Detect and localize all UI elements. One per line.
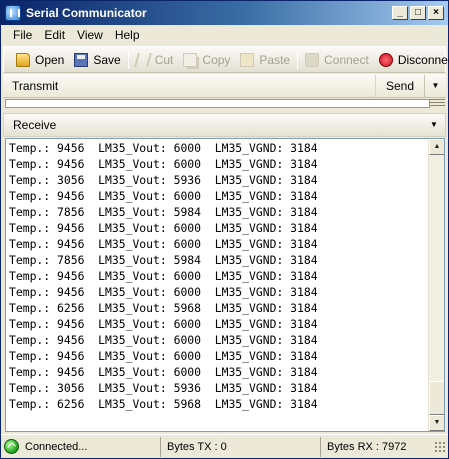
app-icon xyxy=(5,5,21,21)
resize-grip[interactable] xyxy=(434,440,446,453)
save-label: Save xyxy=(93,52,121,67)
disconnect-button[interactable]: Disconnect xyxy=(374,49,449,71)
receive-log-text: Temp.: 9456 LM35_Vout: 6000 LM35_VGND: 3… xyxy=(9,140,429,412)
menu-bar: File Edit View Help xyxy=(1,25,448,45)
copy-button[interactable]: Copy xyxy=(178,49,235,71)
plug-icon xyxy=(305,52,320,67)
log-line: Temp.: 3056 LM35_Vout: 5936 LM35_VGND: 3… xyxy=(9,381,318,395)
open-label: Open xyxy=(35,52,65,67)
receive-log[interactable]: Temp.: 9456 LM35_Vout: 6000 LM35_VGND: 3… xyxy=(5,138,445,432)
menu-edit[interactable]: Edit xyxy=(38,28,71,42)
log-line: Temp.: 6256 LM35_Vout: 5968 LM35_VGND: 3… xyxy=(9,301,318,315)
title-bar[interactable]: Serial Communicator _ □ × xyxy=(1,1,448,25)
menu-file[interactable]: File xyxy=(7,28,38,42)
window-title: Serial Communicator xyxy=(26,6,147,20)
log-line: Temp.: 9456 LM35_Vout: 6000 LM35_VGND: 3… xyxy=(9,157,318,171)
log-line: Temp.: 9456 LM35_Vout: 6000 LM35_VGND: 3… xyxy=(9,189,318,203)
cut-label: Cut xyxy=(154,52,174,67)
log-line: Temp.: 9456 LM35_Vout: 6000 LM35_VGND: 3… xyxy=(9,237,318,251)
bytes-tx-status: Bytes TX : 0 xyxy=(161,436,321,457)
menu-help[interactable]: Help xyxy=(109,28,146,42)
toolbar-separator xyxy=(127,50,129,69)
connect-label: Connect xyxy=(324,52,369,67)
log-line: Temp.: 9456 LM35_Vout: 6000 LM35_VGND: 3… xyxy=(9,317,318,331)
scissors-icon xyxy=(133,52,152,67)
maximize-button[interactable]: □ xyxy=(410,6,426,20)
toolbar-separator xyxy=(297,50,299,69)
scroll-up-arrow-icon[interactable]: ▲ xyxy=(429,139,444,155)
status-bar: Connected... Bytes TX : 0 Bytes RX : 797… xyxy=(1,434,448,458)
transmit-label: Transmit xyxy=(12,78,59,93)
log-line: Temp.: 7856 LM35_Vout: 5984 LM35_VGND: 3… xyxy=(9,205,318,219)
receive-header: Receive ▼ xyxy=(3,113,446,137)
scroll-down-arrow-icon[interactable]: ▼ xyxy=(429,415,444,431)
log-line: Temp.: 9456 LM35_Vout: 6000 LM35_VGND: 3… xyxy=(9,333,318,347)
log-line: Temp.: 9456 LM35_Vout: 6000 LM35_VGND: 3… xyxy=(9,221,318,235)
connection-text: Connected... xyxy=(25,440,88,453)
transmit-header: Transmit Send ▼ xyxy=(3,74,446,98)
floppy-disk-icon xyxy=(74,52,89,67)
log-line: Temp.: 9456 LM35_Vout: 6000 LM35_VGND: 3… xyxy=(9,285,318,299)
window-controls: _ □ × xyxy=(392,6,444,20)
log-line: Temp.: 9456 LM35_Vout: 6000 LM35_VGND: 3… xyxy=(9,269,318,283)
copy-icon xyxy=(183,52,198,67)
log-line: Temp.: 7856 LM35_Vout: 5984 LM35_VGND: 3… xyxy=(9,253,318,267)
send-options-dropdown[interactable]: ▼ xyxy=(424,74,446,97)
receive-options-dropdown[interactable]: ▼ xyxy=(423,114,445,136)
bytes-rx-status: Bytes RX : 7972 xyxy=(327,440,407,453)
scrollbar-thumb[interactable] xyxy=(429,381,444,415)
save-button[interactable]: Save xyxy=(69,49,125,71)
vertical-scrollbar[interactable]: ▲ ▼ xyxy=(428,139,444,431)
toolbar: Open Save Cut Copy Paste Connect Disconn… xyxy=(3,46,449,73)
open-button[interactable]: Open xyxy=(11,49,69,71)
disconnect-icon xyxy=(378,52,393,67)
connect-button[interactable]: Connect xyxy=(300,49,374,71)
panel-splitter[interactable] xyxy=(430,99,445,108)
app-window: Serial Communicator _ □ × File Edit View… xyxy=(0,0,449,459)
connection-status: Connected... xyxy=(1,436,161,457)
minimize-button[interactable]: _ xyxy=(392,6,408,20)
copy-label: Copy xyxy=(202,52,231,67)
transmit-input[interactable] xyxy=(5,99,430,108)
connected-status-icon xyxy=(4,439,19,454)
log-line: Temp.: 3056 LM35_Vout: 5936 LM35_VGND: 3… xyxy=(9,173,318,187)
menu-view[interactable]: View xyxy=(71,28,109,42)
clipboard-icon xyxy=(240,52,255,67)
log-line: Temp.: 9456 LM35_Vout: 6000 LM35_VGND: 3… xyxy=(9,141,318,155)
folder-open-icon xyxy=(16,52,30,67)
paste-label: Paste xyxy=(259,52,291,67)
disconnect-label: Disconnect xyxy=(397,52,449,67)
cut-button[interactable]: Cut xyxy=(131,49,179,71)
log-line: Temp.: 9456 LM35_Vout: 6000 LM35_VGND: 3… xyxy=(9,349,318,363)
log-line: Temp.: 9456 LM35_Vout: 6000 LM35_VGND: 3… xyxy=(9,365,318,379)
close-button[interactable]: × xyxy=(428,6,444,20)
send-button[interactable]: Send xyxy=(374,74,424,97)
receive-label: Receive xyxy=(13,118,57,132)
log-line: Temp.: 6256 LM35_Vout: 5968 LM35_VGND: 3… xyxy=(9,397,318,411)
paste-button[interactable]: Paste xyxy=(235,49,295,71)
